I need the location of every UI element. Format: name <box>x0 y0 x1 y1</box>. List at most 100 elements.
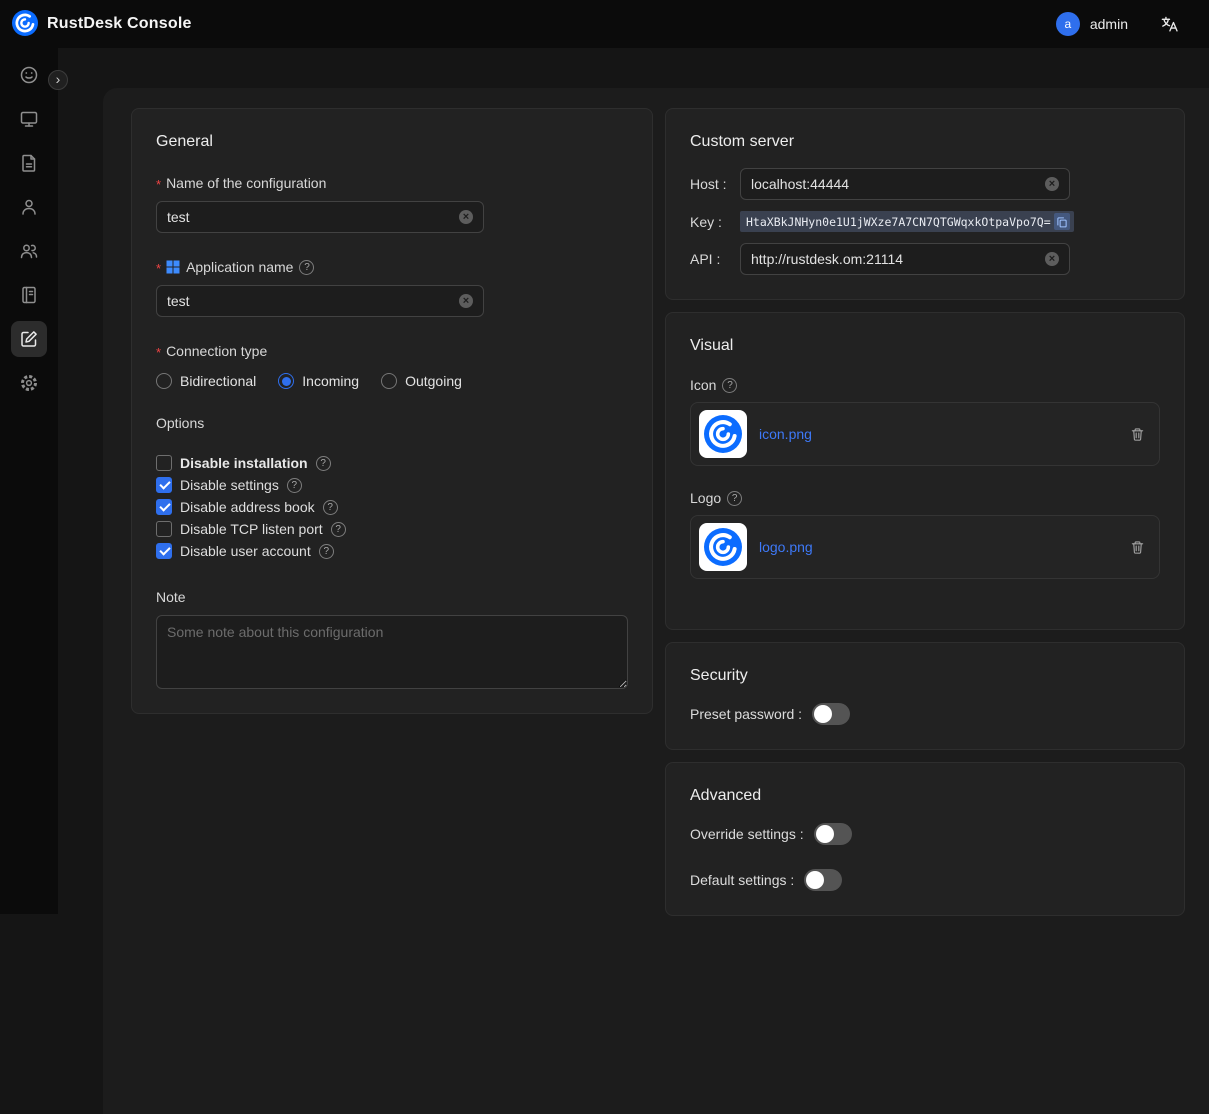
visual-card: Visual Icon <box>665 312 1185 630</box>
connection-type-label: * Connection type <box>156 343 628 359</box>
sidebar-item-logs[interactable] <box>11 277 47 313</box>
logo-file-link[interactable]: logo.png <box>759 539 1118 555</box>
checkbox-disable-tcp-listen-port[interactable]: Disable TCP listen port <box>156 521 628 537</box>
advanced-card: Advanced Override settings : Default set… <box>665 762 1185 916</box>
api-label: API : <box>690 251 740 267</box>
connection-type-group: Bidirectional Incoming Outgoing <box>156 373 628 389</box>
windows-icon <box>166 260 180 274</box>
host-label: Host : <box>690 176 740 192</box>
general-card: General * Name of the configuration * <box>131 108 653 714</box>
copy-icon[interactable] <box>1054 213 1070 230</box>
sidebar-item-users[interactable] <box>11 189 47 225</box>
checkbox-disable-settings[interactable]: Disable settings <box>156 477 628 493</box>
required-asterisk: * <box>156 345 161 360</box>
icon-file-box: icon.png <box>690 402 1160 466</box>
sidebar-item-documents[interactable] <box>11 145 47 181</box>
sidebar-item-settings[interactable] <box>11 365 47 401</box>
help-icon[interactable] <box>299 260 314 275</box>
face-icon <box>19 65 39 85</box>
api-field <box>740 243 1070 275</box>
checkbox-label: Disable address book <box>180 499 315 515</box>
help-icon[interactable] <box>316 456 331 471</box>
radio-incoming[interactable]: Incoming <box>278 373 359 389</box>
help-icon[interactable] <box>331 522 346 537</box>
key-value-box[interactable]: HtaXBkJNHyn0e1U1jWXze7A7CN7QTGWqxkOtpaVp… <box>740 211 1074 232</box>
required-asterisk: * <box>156 177 161 192</box>
checkbox-disable-installation[interactable]: Disable installation <box>156 455 628 471</box>
sidebar-item-configurations[interactable] <box>11 321 47 357</box>
radio-outgoing[interactable]: Outgoing <box>381 373 462 389</box>
language-icon[interactable] <box>1160 15 1179 34</box>
clear-icon[interactable] <box>459 210 473 224</box>
host-input[interactable] <box>751 176 1037 192</box>
icon-file-link[interactable]: icon.png <box>759 426 1118 442</box>
default-settings-toggle[interactable] <box>804 869 842 891</box>
override-settings-row: Override settings : <box>690 823 1160 845</box>
radio-button[interactable] <box>278 373 294 389</box>
sidebar <box>0 48 58 914</box>
override-settings-label: Override settings : <box>690 826 804 842</box>
help-icon[interactable] <box>727 491 742 506</box>
sidebar-item-devices[interactable] <box>11 101 47 137</box>
radio-label: Outgoing <box>405 373 462 389</box>
advanced-title: Advanced <box>690 787 1160 805</box>
delete-icon[interactable] <box>1130 427 1145 442</box>
help-icon[interactable] <box>722 378 737 393</box>
clear-icon[interactable] <box>459 294 473 308</box>
checkbox[interactable] <box>156 543 172 559</box>
security-card: Security Preset password : <box>665 642 1185 750</box>
api-input[interactable] <box>751 251 1037 267</box>
checkbox-label: Disable settings <box>180 477 279 493</box>
radio-button[interactable] <box>156 373 172 389</box>
clear-icon[interactable] <box>1045 252 1059 266</box>
checkbox-disable-user-account[interactable]: Disable user account <box>156 543 628 559</box>
help-icon[interactable] <box>323 500 338 515</box>
checkbox-label: Disable TCP listen port <box>180 521 323 537</box>
clear-icon[interactable] <box>1045 177 1059 191</box>
preset-password-row: Preset password : <box>690 703 1160 725</box>
checkbox-label: Disable installation <box>180 455 308 471</box>
user-avatar[interactable]: a <box>1056 12 1080 36</box>
delete-icon[interactable] <box>1130 540 1145 555</box>
custom-server-card: Custom server Host : Key : HtaXBkJNHyn <box>665 108 1185 300</box>
override-settings-toggle[interactable] <box>814 823 852 845</box>
preset-password-label: Preset password : <box>690 706 802 722</box>
radio-button[interactable] <box>381 373 397 389</box>
checkbox[interactable] <box>156 499 172 515</box>
options-label: Options <box>156 415 628 431</box>
users-icon <box>19 241 39 261</box>
right-column: Custom server Host : Key : HtaXBkJNHyn <box>665 108 1185 916</box>
application-name-input[interactable] <box>167 293 451 309</box>
key-value[interactable]: HtaXBkJNHyn0e1U1jWXze7A7CN7QTGWqxkOtpaVp… <box>746 215 1051 229</box>
radio-label: Incoming <box>302 373 359 389</box>
key-label: Key : <box>690 214 740 230</box>
sidebar-item-groups[interactable] <box>11 233 47 269</box>
icon-label: Icon <box>690 377 1160 393</box>
preset-password-toggle[interactable] <box>812 703 850 725</box>
note-textarea[interactable] <box>156 615 628 689</box>
journal-icon <box>19 285 39 305</box>
content-panel: General * Name of the configuration * <box>103 88 1209 1114</box>
config-name-input[interactable] <box>167 209 451 225</box>
checkbox[interactable] <box>156 477 172 493</box>
radio-bidirectional[interactable]: Bidirectional <box>156 373 256 389</box>
config-name-field <box>156 201 484 233</box>
checkbox[interactable] <box>156 521 172 537</box>
checkbox[interactable] <box>156 455 172 471</box>
header: RustDesk Console a admin <box>0 0 1209 48</box>
gear-icon <box>19 373 39 393</box>
default-settings-label: Default settings : <box>690 872 794 888</box>
checkbox-disable-address-book[interactable]: Disable address book <box>156 499 628 515</box>
logo-file-box: logo.png <box>690 515 1160 579</box>
username[interactable]: admin <box>1090 16 1128 32</box>
application-name-label: * Application name <box>156 259 628 275</box>
sidebar-item-dashboard[interactable] <box>11 57 47 93</box>
api-row: API : <box>690 243 1160 275</box>
help-icon[interactable] <box>319 544 334 559</box>
sidebar-expand-button[interactable] <box>48 70 68 90</box>
help-icon[interactable] <box>287 478 302 493</box>
default-settings-row: Default settings : <box>690 869 1160 891</box>
host-field <box>740 168 1070 200</box>
visual-title: Visual <box>690 337 1160 355</box>
host-row: Host : <box>690 168 1160 200</box>
